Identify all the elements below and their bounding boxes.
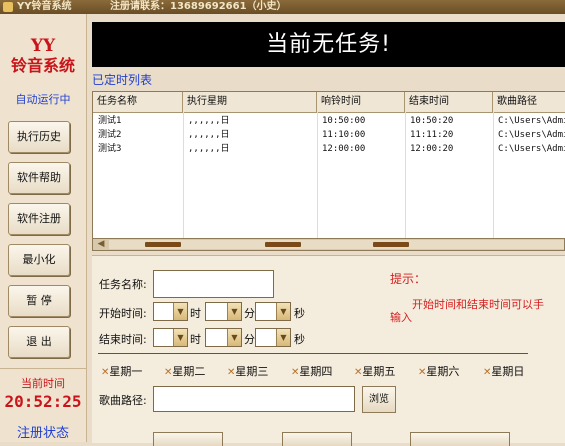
task-name-input[interactable] bbox=[153, 270, 274, 298]
title-bar: YY铃音系统 注册请联系：13689692661（小史） bbox=[0, 0, 565, 14]
scroll-thumb[interactable] bbox=[373, 242, 409, 247]
hour-unit: 时 bbox=[190, 333, 201, 346]
auto-run-status: 自动运行中 bbox=[15, 93, 71, 106]
cell-ring-time: 11:10:00 bbox=[322, 130, 366, 140]
weekday-checkbox-mon[interactable]: ✕星期一 bbox=[101, 363, 142, 379]
weekday-checkbox-wed[interactable]: ✕星期三 bbox=[227, 363, 268, 379]
cell-ring-time: 10:50:00 bbox=[322, 116, 366, 126]
cell-task-name: 测试1 bbox=[98, 116, 122, 126]
cell-task-name: 测试3 bbox=[98, 144, 122, 154]
register-button[interactable]: 软件注册 bbox=[8, 203, 70, 235]
action-button[interactable] bbox=[410, 432, 510, 446]
clock-label: 当前时间 bbox=[21, 377, 65, 390]
scroll-left-arrow-icon[interactable]: ◀ bbox=[95, 239, 107, 250]
cell-end-time: 10:50:20 bbox=[410, 116, 454, 126]
app-icon bbox=[3, 2, 13, 12]
dropdown-arrow-icon[interactable]: ▼ bbox=[173, 303, 187, 320]
cell-weekday: ,,,,,,日 bbox=[188, 116, 230, 126]
second-unit: 秒 bbox=[294, 307, 305, 320]
sidebar: YY 铃音系统 自动运行中 执行历史 软件帮助 软件注册 最小化 暂 停 退 出… bbox=[0, 14, 87, 442]
table-row[interactable]: 测试2 ,,,,,,日 11:10:00 11:11:20 C:\Users\A… bbox=[93, 128, 565, 142]
dropdown-arrow-icon[interactable]: ▼ bbox=[173, 329, 187, 346]
end-second-spinner[interactable]: ▼ bbox=[255, 328, 291, 347]
task-form: 任务名称: 开始时间: ▼ 时 ▼ 分 ▼ 秒 结束时间: ▼ 时 ▼ 分 ▼ … bbox=[92, 255, 565, 446]
second-unit: 秒 bbox=[294, 333, 305, 346]
hint-text: 开始时间和结束时间可以手 bbox=[412, 298, 544, 311]
table-header: 任务名称 执行星期 响铃时间 结束时间 歌曲路径 bbox=[93, 92, 565, 113]
contact-info: 注册请联系：13689692661（小史） bbox=[110, 1, 287, 12]
start-hour-spinner[interactable]: ▼ bbox=[153, 302, 188, 321]
song-path-input[interactable] bbox=[153, 386, 355, 412]
action-button[interactable] bbox=[282, 432, 352, 446]
start-second-spinner[interactable]: ▼ bbox=[255, 302, 291, 321]
task-banner: 当前无任务! bbox=[92, 22, 565, 67]
logo-line2: 铃音系统 bbox=[10, 56, 75, 75]
weekday-checkbox-sun[interactable]: ✕星期日 bbox=[483, 363, 524, 379]
cell-ring-time: 12:00:00 bbox=[322, 144, 366, 154]
app-title: YY铃音系统 bbox=[17, 1, 72, 12]
weekday-checkbox-tue[interactable]: ✕星期二 bbox=[164, 363, 205, 379]
end-time-label: 结束时间: bbox=[99, 333, 147, 346]
col-task-name[interactable]: 任务名称 bbox=[93, 92, 183, 112]
schedule-table: 任务名称 执行星期 响铃时间 结束时间 歌曲路径 测试1 ,,,,,,日 10:… bbox=[92, 91, 565, 240]
col-ring-time[interactable]: 响铃时间 bbox=[317, 92, 405, 112]
logo-line1: YY bbox=[30, 36, 56, 56]
cell-weekday: ,,,,,,日 bbox=[188, 130, 230, 140]
hour-unit: 时 bbox=[190, 307, 201, 320]
hint-text-continued: 输入 bbox=[390, 311, 412, 324]
start-time-label: 开始时间: bbox=[99, 307, 147, 320]
dropdown-arrow-icon[interactable]: ▼ bbox=[276, 329, 290, 346]
end-minute-spinner[interactable]: ▼ bbox=[205, 328, 242, 347]
cell-task-name: 测试2 bbox=[98, 130, 122, 140]
start-minute-spinner[interactable]: ▼ bbox=[205, 302, 242, 321]
history-button[interactable]: 执行历史 bbox=[8, 121, 70, 153]
exit-button[interactable]: 退 出 bbox=[8, 326, 70, 358]
minute-unit: 分 bbox=[244, 333, 255, 346]
table-row[interactable]: 测试3 ,,,,,,日 12:00:00 12:00:20 C:\Users\A… bbox=[93, 142, 565, 156]
sidebar-divider bbox=[0, 368, 86, 369]
col-weekday[interactable]: 执行星期 bbox=[183, 92, 317, 112]
table-horizontal-scrollbar[interactable]: ◀ bbox=[92, 238, 565, 251]
scroll-thumb[interactable] bbox=[265, 242, 301, 247]
minute-unit: 分 bbox=[244, 307, 255, 320]
weekday-checkbox-sat[interactable]: ✕星期六 bbox=[418, 363, 459, 379]
pause-button[interactable]: 暂 停 bbox=[8, 285, 70, 317]
browse-button[interactable]: 浏览 bbox=[362, 386, 396, 413]
help-button[interactable]: 软件帮助 bbox=[8, 162, 70, 194]
cell-song-path: C:\Users\Admi bbox=[498, 130, 565, 140]
dropdown-arrow-icon[interactable]: ▼ bbox=[227, 329, 241, 346]
current-time: 20:52:25 bbox=[4, 392, 82, 411]
cell-weekday: ,,,,,,日 bbox=[188, 144, 230, 154]
action-button[interactable] bbox=[153, 432, 223, 446]
app-logo: YY 铃音系统 bbox=[0, 36, 86, 76]
cell-end-time: 12:00:20 bbox=[410, 144, 454, 154]
task-name-label: 任务名称: bbox=[99, 278, 147, 291]
scroll-thumb[interactable] bbox=[145, 242, 181, 247]
scroll-track[interactable] bbox=[109, 240, 564, 249]
cell-song-path: C:\Users\Admi bbox=[498, 144, 565, 154]
col-end-time[interactable]: 结束时间 bbox=[405, 92, 493, 112]
weekday-checkbox-fri[interactable]: ✕星期五 bbox=[354, 363, 395, 379]
cell-song-path: C:\Users\Admi bbox=[498, 116, 565, 126]
table-row[interactable]: 测试1 ,,,,,,日 10:50:00 10:50:20 C:\Users\A… bbox=[93, 114, 565, 128]
hint-title: 提示： bbox=[390, 272, 427, 286]
dropdown-arrow-icon[interactable]: ▼ bbox=[227, 303, 241, 320]
dropdown-arrow-icon[interactable]: ▼ bbox=[276, 303, 290, 320]
song-path-label: 歌曲路径: bbox=[99, 394, 147, 407]
weekday-checkbox-thu[interactable]: ✕星期四 bbox=[291, 363, 332, 379]
end-hour-spinner[interactable]: ▼ bbox=[153, 328, 188, 347]
col-song-path[interactable]: 歌曲路径 bbox=[493, 92, 565, 112]
form-divider bbox=[98, 353, 528, 354]
cell-end-time: 11:11:20 bbox=[410, 130, 454, 140]
minimize-button[interactable]: 最小化 bbox=[8, 244, 70, 276]
schedule-title: 已定时列表 bbox=[92, 73, 153, 87]
registration-status[interactable]: 注册状态 bbox=[0, 422, 86, 441]
